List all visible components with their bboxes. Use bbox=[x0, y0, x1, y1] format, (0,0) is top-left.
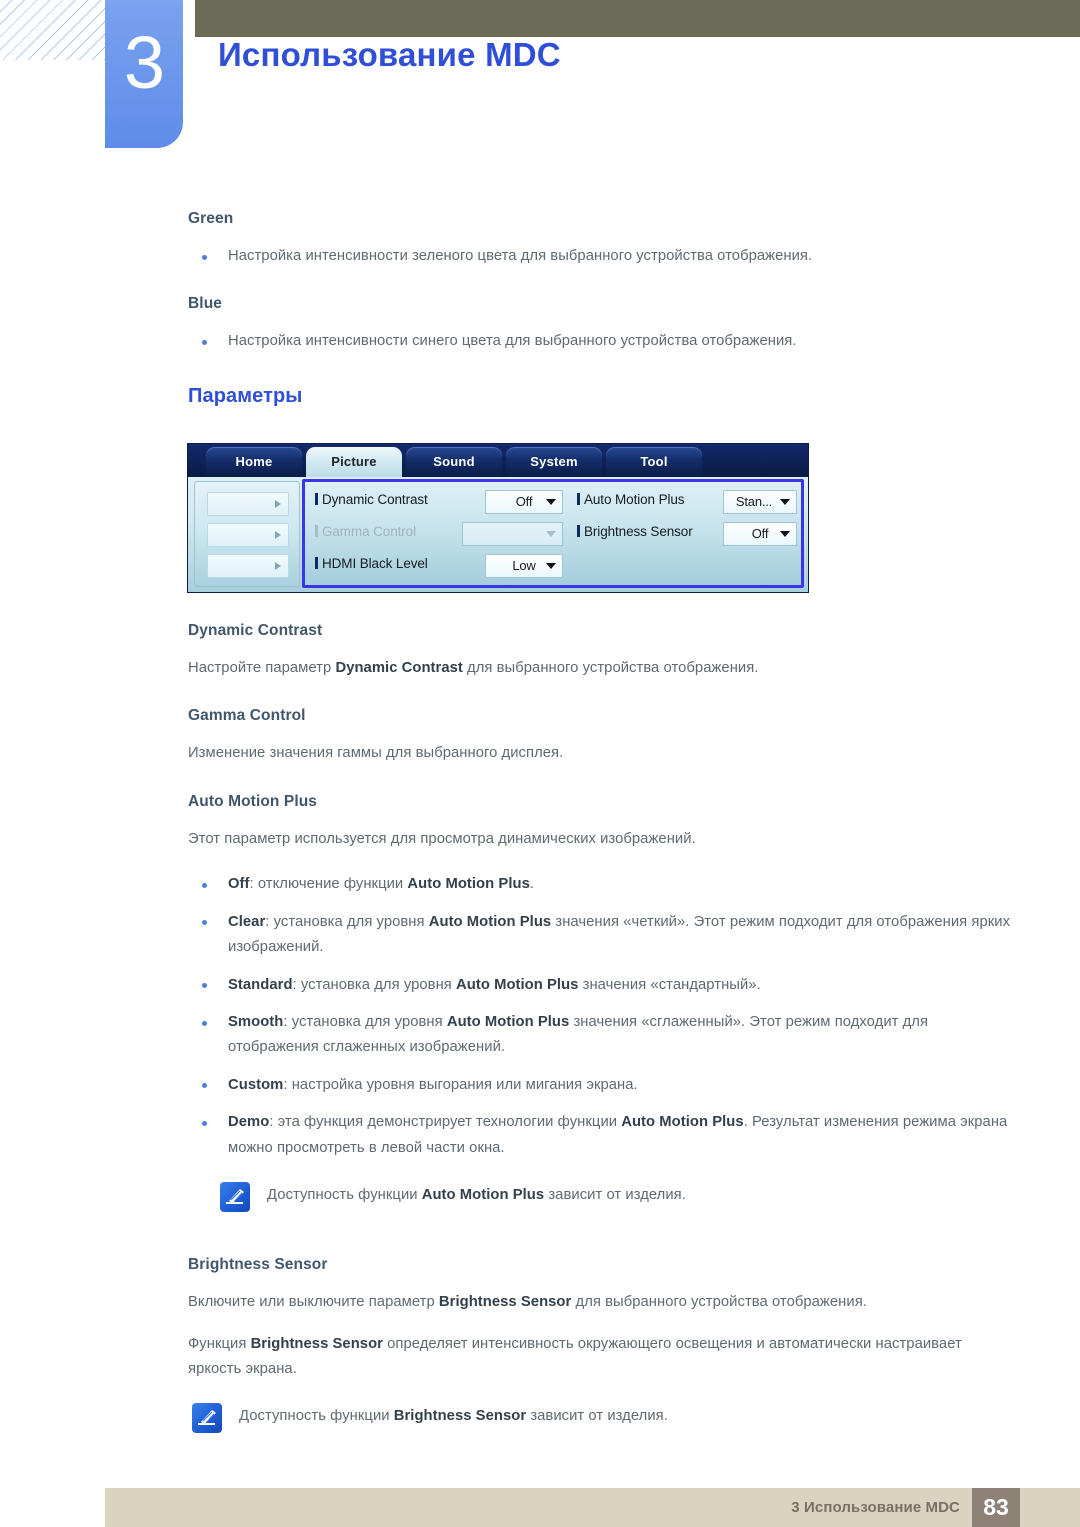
list-green: Настройка интенсивности зеленого цвета д… bbox=[188, 244, 1018, 269]
document-content: Green Настройка интенсивности зеленого ц… bbox=[188, 210, 1018, 1434]
left-stub-dropdown-3[interactable] bbox=[207, 553, 289, 578]
heading-green: Green bbox=[188, 210, 234, 227]
list-item: Настройка интенсивности зеленого цвета д… bbox=[188, 244, 1018, 269]
label-gamma-control: Gamma Control bbox=[315, 524, 416, 539]
list-item: Demo: эта функция демонстрирует технолог… bbox=[188, 1110, 1018, 1161]
list-item: Clear: установка для уровня Auto Motion … bbox=[188, 910, 1018, 961]
tab-picture[interactable]: Picture bbox=[306, 446, 402, 477]
heading-parameters: Параметры bbox=[188, 384, 303, 407]
mdc-left-column bbox=[194, 480, 300, 587]
heading-auto-motion-plus: Auto Motion Plus bbox=[188, 792, 318, 810]
combo-value: Off bbox=[515, 494, 533, 510]
paragraph-brightness-sensor-1: Включите или выключите параметр Brightne… bbox=[188, 1294, 867, 1311]
heading-dynamic-contrast: Dynamic Contrast bbox=[188, 621, 323, 639]
tab-tool[interactable]: Tool bbox=[606, 446, 702, 477]
combo-hdmi-black-level[interactable]: Low bbox=[485, 553, 563, 578]
label-auto-motion-plus: Auto Motion Plus bbox=[577, 492, 685, 507]
list-item: Custom: настройка уровня выгорания или м… bbox=[188, 1073, 1018, 1098]
label-dynamic-contrast: Dynamic Contrast bbox=[315, 492, 428, 507]
chapter-number: 3 bbox=[123, 21, 165, 104]
mdc-settings-panel: Dynamic Contrast Off Gamma Control HDMI … bbox=[302, 478, 804, 588]
combo-value: Low bbox=[512, 558, 536, 574]
tab-system[interactable]: System bbox=[506, 446, 602, 477]
note-pen-icon bbox=[192, 1403, 222, 1434]
left-stub-dropdown-2[interactable] bbox=[207, 522, 289, 547]
left-stub-dropdown-1[interactable] bbox=[207, 491, 289, 516]
tab-home[interactable]: Home bbox=[206, 446, 302, 477]
tab-sound[interactable]: Sound bbox=[406, 446, 502, 477]
page-title: Использование MDC bbox=[218, 36, 561, 73]
list-item: Smooth: установка для уровня Auto Motion… bbox=[188, 1010, 1018, 1061]
mdc-tab-bar: Home Picture Sound System Tool bbox=[188, 443, 808, 477]
combo-value: Stan... bbox=[735, 494, 773, 510]
note-text: Доступность функции Brightness Sensor за… bbox=[239, 1408, 668, 1425]
decorative-hatch-pattern bbox=[0, 0, 118, 60]
combo-value: Off bbox=[751, 526, 769, 542]
chevron-down-icon bbox=[780, 498, 790, 505]
note-auto-motion-plus: Доступность функции Auto Motion Plus зав… bbox=[188, 1181, 1018, 1213]
combo-auto-motion-plus[interactable]: Stan... bbox=[723, 489, 797, 514]
list-blue: Настройка интенсивности синего цвета для… bbox=[188, 329, 1018, 354]
mdc-panel-body: Dynamic Contrast Off Gamma Control HDMI … bbox=[188, 476, 808, 592]
chevron-down-icon bbox=[546, 498, 556, 505]
paragraph-auto-motion-plus: Этот параметр используется для просмотра… bbox=[188, 830, 696, 847]
list-item: Off: отключение функции Auto Motion Plus… bbox=[188, 872, 1018, 897]
combo-brightness-sensor[interactable]: Off bbox=[723, 521, 797, 546]
note-pen-icon bbox=[220, 1182, 250, 1213]
footer-text: 3 Использование MDC bbox=[791, 1499, 960, 1516]
list-item: Standard: установка для уровня Auto Moti… bbox=[188, 973, 1018, 998]
note-text: Доступность функции Auto Motion Plus зав… bbox=[267, 1187, 686, 1204]
label-brightness-sensor: Brightness Sensor bbox=[577, 524, 693, 539]
list-item: Настройка интенсивности синего цвета для… bbox=[188, 329, 1018, 354]
chevron-down-icon bbox=[546, 530, 556, 537]
heading-blue: Blue bbox=[188, 295, 222, 313]
paragraph-dynamic-contrast: Настройте параметр Dynamic Contrast для … bbox=[188, 659, 759, 676]
heading-gamma-control: Gamma Control bbox=[188, 707, 306, 725]
mdc-picture-panel-screenshot: Home Picture Sound System Tool Dynamic C… bbox=[188, 443, 808, 592]
paragraph-brightness-sensor-2: Функция Brightness Sensor определяет инт… bbox=[188, 1335, 962, 1377]
header-olive-bar bbox=[195, 0, 1080, 37]
list-auto-motion-plus-options: Off: отключение функции Auto Motion Plus… bbox=[188, 872, 1018, 1161]
chevron-down-icon bbox=[780, 530, 790, 537]
combo-dynamic-contrast[interactable]: Off bbox=[485, 489, 563, 514]
page-number: 83 bbox=[972, 1488, 1020, 1527]
label-hdmi-black-level: HDMI Black Level bbox=[315, 556, 428, 571]
paragraph-gamma-control: Изменение значения гаммы для выбранного … bbox=[188, 745, 564, 762]
combo-gamma-control[interactable] bbox=[462, 521, 563, 546]
note-brightness-sensor: Доступность функции Brightness Sensor за… bbox=[188, 1402, 1018, 1434]
chevron-down-icon bbox=[546, 562, 556, 569]
heading-brightness-sensor: Brightness Sensor bbox=[188, 1256, 328, 1274]
